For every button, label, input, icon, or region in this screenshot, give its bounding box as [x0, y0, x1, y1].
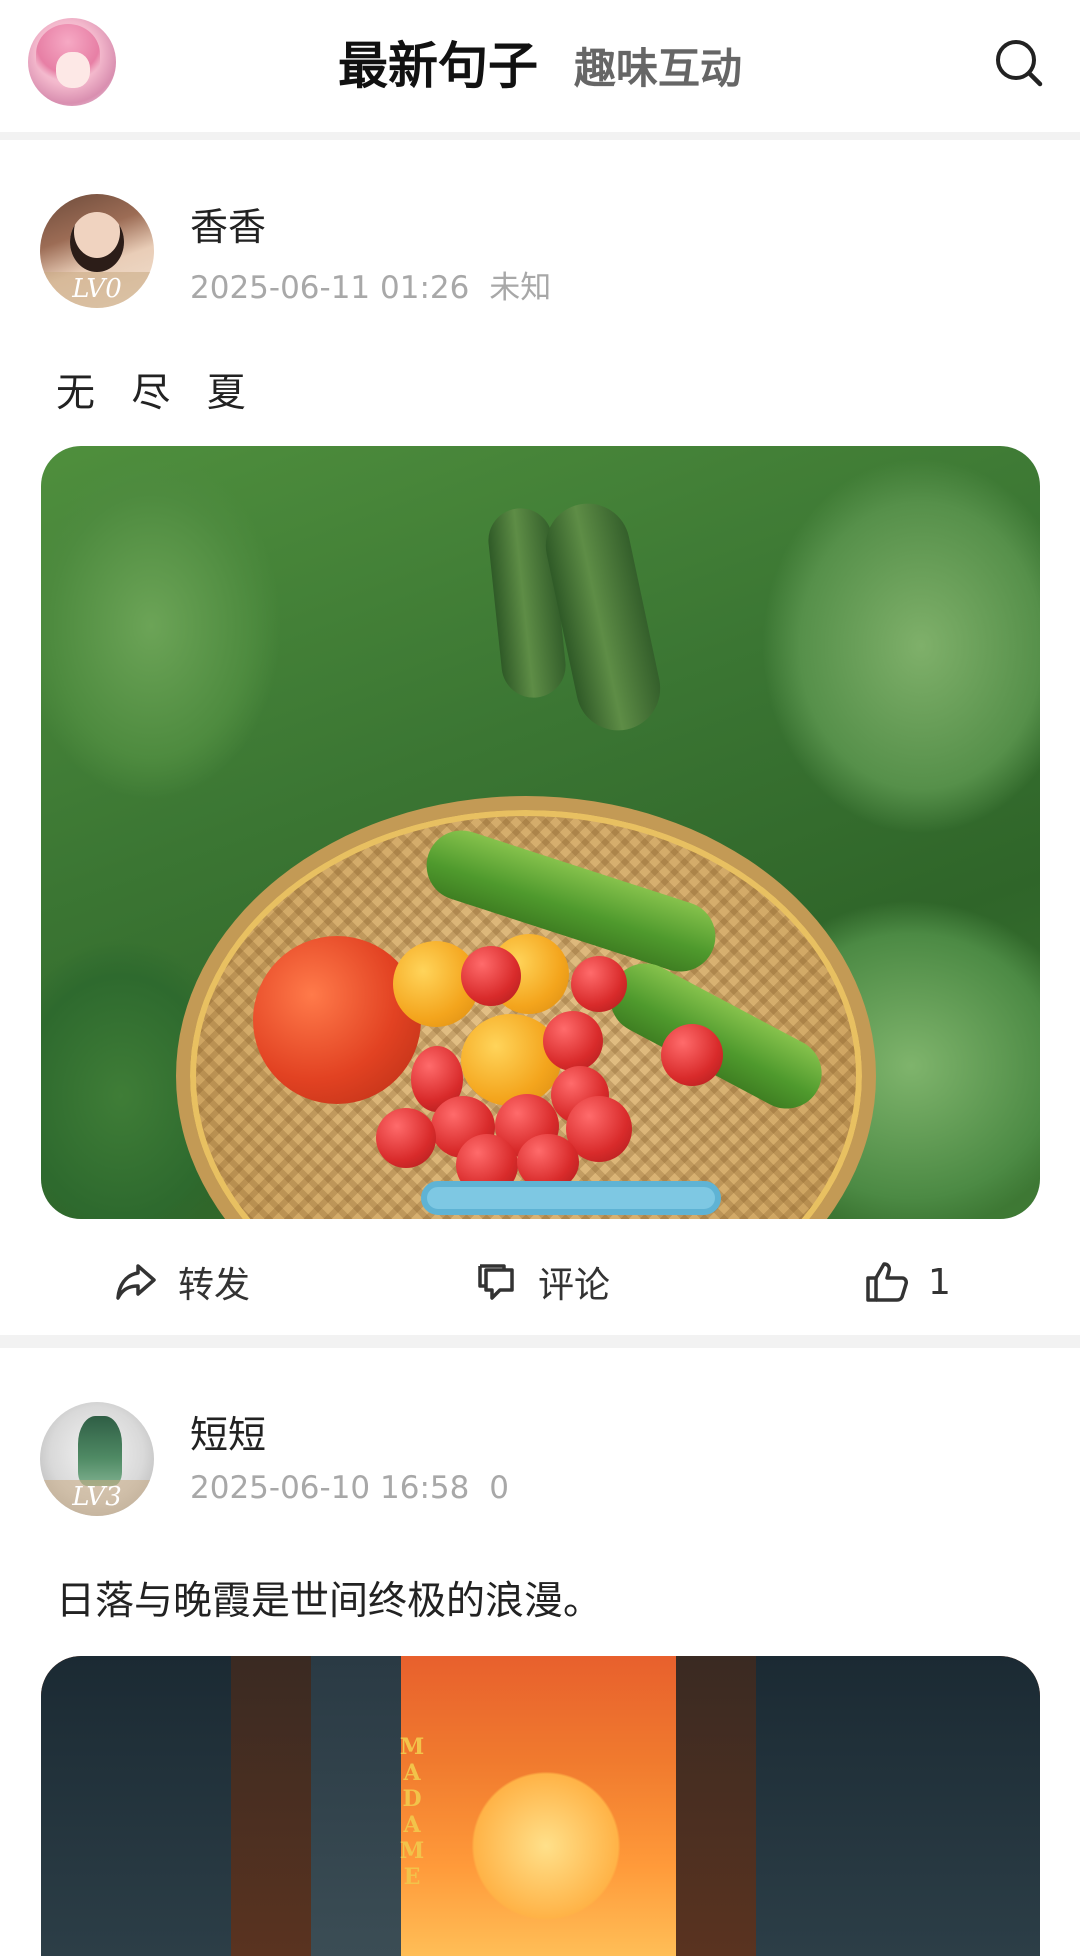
search-icon[interactable]	[992, 36, 1046, 90]
post-date: 2025-06-10 16:58	[190, 1470, 470, 1506]
like-button[interactable]: 1	[862, 1256, 951, 1308]
top-bar: 最新句子 趣味互动	[0, 0, 1080, 132]
post-author-avatar[interactable]: LV0	[40, 194, 154, 308]
cherry-tomato	[461, 946, 521, 1006]
tomato	[253, 936, 421, 1104]
header-divider	[0, 132, 1080, 140]
level-badge: LV0	[40, 272, 154, 308]
tab-fun-interaction[interactable]: 趣味互动	[556, 35, 760, 96]
feed-post: LV0 香香 2025-06-11 01:26 未知 无 尽 夏 转发 评论 1	[0, 140, 1080, 1335]
share-icon	[116, 1264, 156, 1300]
building-left	[41, 1656, 231, 1956]
building-left-3	[311, 1656, 401, 1956]
thumbs-up-icon	[866, 1262, 908, 1302]
forward-label: 转发	[178, 1265, 251, 1306]
feed-post: LV3 短短 2025-06-10 16:58 0 日落与晚霞是世间终极的浪漫。…	[0, 1348, 1080, 1956]
post-actions: 转发 评论 1	[0, 1240, 1080, 1320]
building-right-2	[756, 1656, 1040, 1956]
cherry-tomato	[543, 1011, 603, 1071]
post-divider	[0, 1335, 1080, 1348]
forward-button[interactable]: 转发	[112, 1256, 250, 1308]
post-text: 无 尽 夏	[56, 371, 258, 416]
post-author-name[interactable]: 香香	[190, 196, 266, 251]
tab-latest-sentences[interactable]: 最新句子	[320, 26, 556, 98]
post-meta: 2025-06-11 01:26 未知	[190, 262, 551, 307]
cherry-tomato	[376, 1108, 436, 1168]
tab-bar: 最新句子 趣味互动	[0, 26, 1080, 98]
post-author-avatar[interactable]: LV3	[40, 1402, 154, 1516]
post-location: 0	[489, 1470, 509, 1506]
madame-sign: MADAME	[399, 1734, 425, 1890]
level-badge: LV3	[40, 1480, 154, 1516]
like-count: 1	[928, 1261, 951, 1303]
post-date: 2025-06-11 01:26	[190, 270, 470, 306]
comment-label: 评论	[538, 1265, 611, 1306]
post-author-name[interactable]: 短短	[190, 1404, 266, 1459]
cherry-tomato	[661, 1024, 723, 1086]
post-meta: 2025-06-10 16:58 0	[190, 1470, 509, 1506]
scissors	[421, 1181, 721, 1215]
post-image[interactable]: MADAME	[41, 1656, 1040, 1956]
avatar-portrait	[70, 212, 124, 272]
comment-icon	[478, 1264, 514, 1300]
building-right	[676, 1656, 756, 1956]
post-image[interactable]	[41, 446, 1040, 1219]
comment-button[interactable]: 评论	[472, 1256, 610, 1308]
cherry-tomato	[571, 956, 627, 1012]
avatar-illustration	[78, 1416, 122, 1486]
post-location: 未知	[489, 270, 552, 306]
building-left-2	[231, 1656, 311, 1956]
post-text: 日落与晚霞是世间终极的浪漫。	[56, 1579, 603, 1624]
